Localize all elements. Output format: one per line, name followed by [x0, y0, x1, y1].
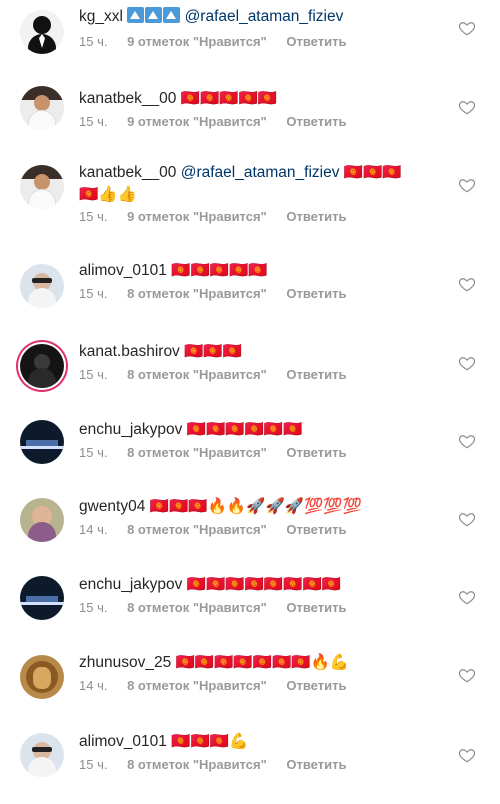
- comment-username[interactable]: kanatbek__00: [79, 164, 176, 181]
- like-heart-icon[interactable]: [458, 432, 476, 450]
- like-heart-icon[interactable]: [458, 588, 476, 606]
- comment-text: 🇰🇬🇰🇬🇰🇬: [184, 343, 243, 360]
- comment-time: 15 ч.: [79, 757, 108, 772]
- comment-username[interactable]: alimov_0101: [79, 262, 167, 279]
- reply-button[interactable]: Ответить: [286, 208, 346, 226]
- reply-button[interactable]: Ответить: [286, 756, 346, 774]
- avatar[interactable]: [20, 264, 64, 308]
- comment-text: 🇰🇬🇰🇬🇰🇬🇰🇬🇰🇬: [171, 262, 268, 279]
- comment-likes[interactable]: 9 отметок "Нравится": [127, 33, 267, 51]
- comments-list: kg_xxl 🔺🔺🔺 @rafael_ataman_fiziev 15 ч. 9…: [0, 0, 500, 804]
- avatar[interactable]: [20, 344, 64, 388]
- avatar[interactable]: [20, 576, 64, 620]
- comment-item: kanatbek__00 @rafael_ataman_fiziev 🇰🇬🇰🇬🇰…: [0, 156, 500, 248]
- comment-likes[interactable]: 8 отметок "Нравится": [127, 366, 267, 384]
- reply-button[interactable]: Ответить: [286, 285, 346, 303]
- comment-item: gwenty04 🇰🇬🇰🇬🇰🇬🔥🔥🚀🚀🚀💯💯💯 14 ч. 8 отметок …: [0, 482, 500, 560]
- comment-time: 15 ч.: [79, 445, 108, 460]
- comment-text: 🇰🇬🇰🇬🇰🇬💪: [171, 733, 249, 750]
- avatar[interactable]: [20, 165, 64, 209]
- comment-username[interactable]: zhunusov_25: [79, 654, 171, 671]
- comment-likes[interactable]: 9 отметок "Нравится": [127, 208, 267, 226]
- avatar[interactable]: [20, 86, 64, 130]
- comment-item: kg_xxl 🔺🔺🔺 @rafael_ataman_fiziev 15 ч. 9…: [0, 0, 500, 78]
- comment-time: 15 ч.: [79, 114, 108, 129]
- comment-username[interactable]: enchu_jakypov: [79, 421, 182, 438]
- comment-likes[interactable]: 9 отметок "Нравится": [127, 113, 267, 131]
- reply-button[interactable]: Ответить: [286, 113, 346, 131]
- comment-item: kanatbek__00 🇰🇬🇰🇬🇰🇬🇰🇬🇰🇬 15 ч. 9 отметок …: [0, 78, 500, 156]
- comment-mention[interactable]: @rafael_ataman_fiziev: [181, 164, 340, 181]
- comment-item: enchu_jakypov 🇰🇬🇰🇬🇰🇬🇰🇬🇰🇬🇰🇬 15 ч. 8 отмет…: [0, 404, 500, 482]
- comment-username[interactable]: kanatbek__00: [79, 90, 176, 107]
- reply-button[interactable]: Ответить: [286, 444, 346, 462]
- comment-text: 🇰🇬🇰🇬🇰🇬🇰🇬🇰🇬: [180, 90, 278, 107]
- comment-text: 🇰🇬🇰🇬🇰🇬🔥🔥🚀🚀🚀💯💯💯: [149, 498, 362, 515]
- like-heart-icon[interactable]: [458, 354, 476, 372]
- comment-username[interactable]: alimov_0101: [79, 733, 167, 750]
- like-heart-icon[interactable]: [458, 176, 476, 194]
- comment-emoji-prefix: [127, 7, 181, 30]
- reply-button[interactable]: Ответить: [286, 677, 346, 695]
- avatar[interactable]: [20, 655, 64, 699]
- like-heart-icon[interactable]: [458, 275, 476, 293]
- comment-time: 15 ч.: [79, 600, 108, 615]
- comment-username[interactable]: kg_xxl: [79, 8, 123, 25]
- comment-text: 🇰🇬🇰🇬🇰🇬🇰🇬🇰🇬🇰🇬: [186, 421, 303, 438]
- comment-item: alimov_0101 🇰🇬🇰🇬🇰🇬🇰🇬🇰🇬 15 ч. 8 отметок "…: [0, 248, 500, 326]
- comment-item: alimov_0101 🇰🇬🇰🇬🇰🇬💪 15 ч. 8 отметок "Нра…: [0, 716, 500, 794]
- reply-button[interactable]: Ответить: [286, 599, 346, 617]
- like-heart-icon[interactable]: [458, 666, 476, 684]
- comment-likes[interactable]: 8 отметок "Нравится": [127, 444, 267, 462]
- comment-time: 15 ч.: [79, 286, 108, 301]
- comment-time: 14 ч.: [79, 522, 108, 537]
- comment-username[interactable]: enchu_jakypov: [79, 576, 182, 593]
- comment-time: 15 ч.: [79, 34, 108, 49]
- like-heart-icon[interactable]: [458, 746, 476, 764]
- comment-text: 🇰🇬🇰🇬🇰🇬🇰🇬🇰🇬🇰🇬🇰🇬🇰🇬: [186, 576, 342, 593]
- comment-text-line2: 🇰🇬👍👍: [79, 186, 137, 203]
- comment-time: 14 ч.: [79, 678, 108, 693]
- comment-mention[interactable]: @rafael_ataman_fiziev: [185, 8, 344, 25]
- avatar[interactable]: [20, 10, 64, 54]
- like-heart-icon[interactable]: [458, 98, 476, 116]
- reply-button[interactable]: Ответить: [286, 366, 346, 384]
- comment-time: 15 ч.: [79, 367, 108, 382]
- comment-item: kanat.bashirov 🇰🇬🇰🇬🇰🇬 15 ч. 8 отметок "Н…: [0, 326, 500, 404]
- comment-likes[interactable]: 8 отметок "Нравится": [127, 756, 267, 774]
- comment-item: zhunusov_25 🇰🇬🇰🇬🇰🇬🇰🇬🇰🇬🇰🇬🇰🇬🔥💪 14 ч. 8 отм…: [0, 638, 500, 716]
- reply-button[interactable]: Ответить: [286, 33, 346, 51]
- reply-button[interactable]: Ответить: [286, 521, 346, 539]
- comment-time: 15 ч.: [79, 209, 108, 224]
- avatar[interactable]: [20, 733, 64, 777]
- like-heart-icon[interactable]: [458, 19, 476, 37]
- comment-likes[interactable]: 8 отметок "Нравится": [127, 677, 267, 695]
- like-heart-icon[interactable]: [458, 510, 476, 528]
- avatar[interactable]: [20, 498, 64, 542]
- comment-likes[interactable]: 8 отметок "Нравится": [127, 521, 267, 539]
- comment-username[interactable]: kanat.bashirov: [79, 343, 180, 360]
- comment-item: enchu_jakypov 🇰🇬🇰🇬🇰🇬🇰🇬🇰🇬🇰🇬🇰🇬🇰🇬 15 ч. 8 о…: [0, 560, 500, 638]
- comment-text: 🇰🇬🇰🇬🇰🇬: [343, 164, 402, 181]
- comment-likes[interactable]: 8 отметок "Нравится": [127, 599, 267, 617]
- avatar[interactable]: [20, 420, 64, 464]
- comment-username[interactable]: gwenty04: [79, 498, 145, 515]
- comment-likes[interactable]: 8 отметок "Нравится": [127, 285, 267, 303]
- comment-text: 🇰🇬🇰🇬🇰🇬🇰🇬🇰🇬🇰🇬🇰🇬🔥💪: [175, 654, 350, 671]
